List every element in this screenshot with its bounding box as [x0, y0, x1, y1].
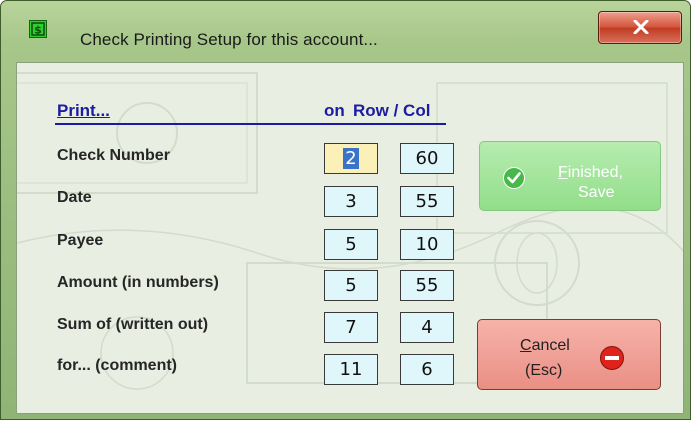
print-header: Print... — [57, 101, 110, 120]
cancel-label: Cancel — [520, 337, 570, 354]
date-label: Date — [57, 189, 92, 206]
check-number-row-input[interactable]: 2 — [324, 143, 378, 174]
dialog-window: $ Check Printing Setup for this account.… — [0, 0, 691, 420]
esc-label: (Esc) — [525, 362, 563, 379]
date-col-input[interactable]: 55 — [400, 186, 454, 217]
amount-row-input[interactable]: 5 — [324, 270, 378, 301]
column-header: Print... on Row / Col — [55, 101, 455, 125]
svg-text:$: $ — [34, 24, 42, 37]
amount-col-input[interactable]: 55 — [400, 270, 454, 301]
selected-text: 2 — [343, 148, 359, 169]
dialog-body: Print... on Row / Col Check Number 2 60 … — [16, 62, 684, 414]
sum-written-col-input[interactable]: 4 — [400, 312, 454, 343]
header-underline — [55, 123, 446, 125]
close-button[interactable] — [598, 11, 682, 44]
stop-icon — [600, 346, 624, 370]
finished-label: Finished, — [558, 164, 623, 181]
payee-col-input[interactable]: 10 — [400, 229, 454, 260]
amount-label: Amount (in numbers) — [57, 274, 219, 291]
check-number-col-input[interactable]: 60 — [400, 143, 454, 174]
payee-label: Payee — [57, 232, 104, 249]
sum-written-row-input[interactable]: 7 — [324, 312, 378, 343]
cancel-button[interactable]: Cancel (Esc) — [477, 319, 661, 390]
checkmark-icon — [503, 167, 525, 189]
title-bar[interactable]: $ Check Printing Setup for this account.… — [1, 1, 690, 61]
dollar-icon: $ — [29, 20, 47, 38]
row-col-header: Row / Col — [353, 101, 431, 120]
check-number-label: Check Number — [57, 147, 170, 164]
payee-row-input[interactable]: 5 — [324, 229, 378, 260]
close-icon — [633, 20, 649, 34]
window-title: Check Printing Setup for this account... — [80, 30, 378, 49]
finished-save-button[interactable]: Finished, Save — [479, 141, 661, 211]
save-label: Save — [578, 184, 615, 201]
comment-label: for... (comment) — [57, 357, 178, 374]
sum-written-label: Sum of (written out) — [57, 316, 209, 333]
on-header: on — [324, 101, 345, 120]
comment-col-input[interactable]: 6 — [400, 354, 454, 385]
date-row-input[interactable]: 3 — [324, 186, 378, 217]
comment-row-input[interactable]: 11 — [324, 354, 378, 385]
